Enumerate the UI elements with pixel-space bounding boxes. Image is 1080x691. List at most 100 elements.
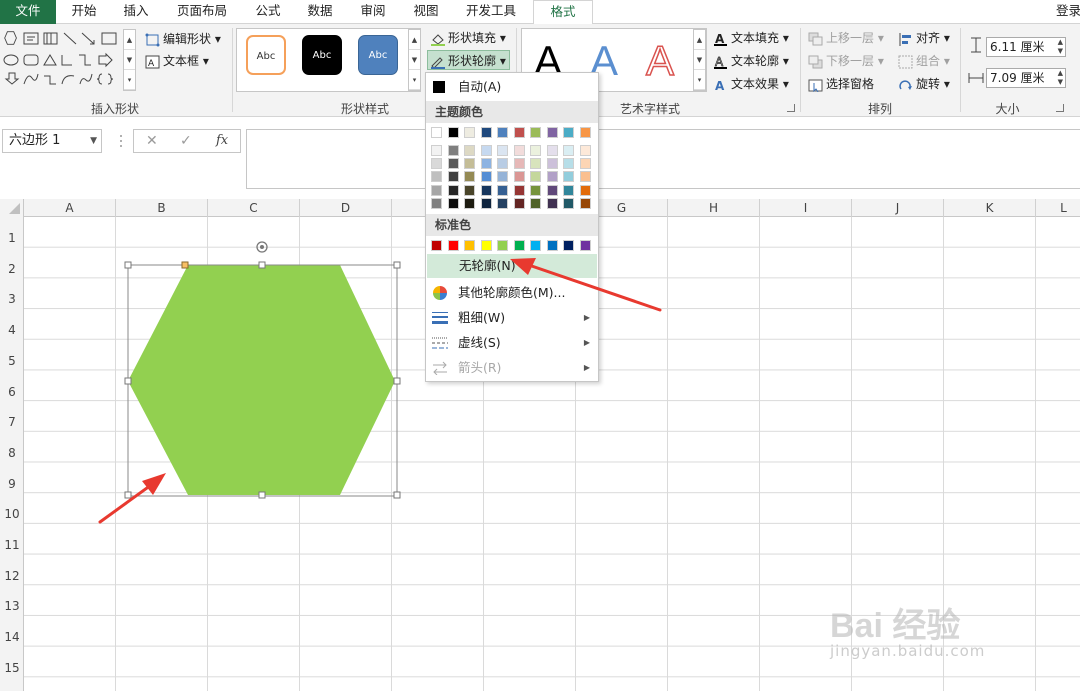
theme-shade-swatch[interactable] — [464, 158, 475, 170]
wordart-dialog-launcher[interactable] — [787, 104, 795, 112]
standard-color-swatch[interactable] — [480, 240, 492, 251]
theme-shade-swatch[interactable] — [530, 171, 541, 183]
tab-file[interactable]: 文件 — [0, 0, 56, 24]
theme-shade-swatch[interactable] — [447, 184, 459, 196]
theme-shade-swatch[interactable] — [563, 184, 574, 196]
column-header-J[interactable]: J — [852, 199, 944, 217]
group-button[interactable]: 组合 ▾ — [898, 51, 950, 71]
height-spinner[interactable]: ▲ ▼ — [1058, 38, 1063, 56]
theme-color-swatch[interactable] — [563, 127, 574, 138]
theme-shade-swatch[interactable] — [579, 171, 591, 183]
theme-color-swatch[interactable] — [447, 127, 459, 138]
rotate-button[interactable]: 旋转 ▾ — [898, 74, 950, 94]
theme-shade-swatch[interactable] — [579, 184, 591, 196]
shape-fill-button[interactable]: 形状填充 ▾ — [430, 28, 506, 48]
theme-shade-swatch[interactable] — [497, 145, 508, 156]
theme-color-swatch[interactable] — [530, 127, 541, 138]
theme-shade-swatch[interactable] — [513, 158, 525, 170]
theme-shade-swatch[interactable] — [579, 197, 591, 209]
theme-color-swatch[interactable] — [464, 127, 475, 138]
theme-shade-swatch[interactable] — [563, 145, 574, 156]
theme-shade-swatch[interactable] — [530, 197, 541, 209]
formula-input[interactable] — [246, 129, 1080, 189]
theme-shade-swatch[interactable] — [513, 197, 525, 209]
edit-shape-button[interactable]: 编辑形状 ▾ — [145, 29, 221, 49]
name-box-dropdown-icon[interactable]: ▼ — [90, 130, 97, 152]
theme-color-swatch[interactable] — [497, 127, 508, 138]
wordart-red-outline[interactable]: A — [645, 37, 675, 85]
hexagon-shape[interactable] — [128, 265, 395, 495]
tab-developer[interactable]: 开发工具 — [458, 0, 524, 24]
row-header-2[interactable]: 2 — [0, 262, 24, 276]
size-dialog-launcher[interactable] — [1056, 104, 1064, 112]
column-header-H[interactable]: H — [668, 199, 760, 217]
theme-color-swatch[interactable] — [546, 127, 558, 138]
menu-item-dashes[interactable]: 虚线(S) ▶ — [426, 331, 598, 355]
theme-shade-swatch[interactable] — [480, 158, 492, 170]
theme-shade-swatch[interactable] — [464, 145, 475, 156]
column-header-B[interactable]: B — [116, 199, 208, 217]
theme-shade-swatch[interactable] — [579, 145, 591, 156]
shape-width-input[interactable]: 7.09 厘米 ▲ ▼ — [986, 68, 1066, 88]
cancel-formula-button[interactable]: ✕ — [146, 133, 158, 149]
selection-pane-button[interactable]: 选择窗格 — [808, 74, 874, 94]
theme-shade-swatch[interactable] — [546, 145, 558, 156]
standard-color-swatch[interactable] — [513, 240, 525, 251]
row-header-3[interactable]: 3 — [0, 292, 24, 306]
tab-view[interactable]: 视图 — [404, 0, 448, 24]
theme-shade-swatch[interactable] — [497, 171, 508, 183]
theme-shade-swatch[interactable] — [497, 197, 508, 209]
insert-function-button[interactable]: fx — [216, 133, 228, 148]
theme-shade-swatch[interactable] — [579, 158, 591, 170]
theme-color-swatch[interactable] — [431, 127, 442, 138]
shapes-gallery[interactable] — [2, 30, 120, 90]
theme-shade-swatch[interactable] — [563, 158, 574, 170]
standard-color-swatch[interactable] — [546, 240, 558, 251]
tab-page-layout[interactable]: 页面布局 — [170, 0, 234, 24]
row-header-8[interactable]: 8 — [0, 446, 24, 460]
standard-color-swatch[interactable] — [447, 240, 459, 251]
theme-shade-swatch[interactable] — [464, 184, 475, 196]
theme-shade-swatch[interactable] — [530, 145, 541, 156]
wordart-scroll[interactable]: ▲ ▼ ▾ — [693, 29, 706, 91]
login-link[interactable]: 登录 — [1056, 0, 1080, 24]
menu-item-weight[interactable]: 粗细(W) ▶ — [426, 306, 598, 330]
column-header-D[interactable]: D — [300, 199, 392, 217]
select-all-corner[interactable] — [0, 199, 24, 217]
column-header-K[interactable]: K — [944, 199, 1036, 217]
row-header-9[interactable]: 9 — [0, 477, 24, 491]
row-header-10[interactable]: 10 — [0, 507, 24, 521]
text-outline-button[interactable]: A 文本轮廓 ▾ — [713, 51, 789, 71]
theme-shade-swatch[interactable] — [497, 184, 508, 196]
column-header-L[interactable]: L — [1036, 199, 1080, 217]
theme-color-swatch[interactable] — [513, 127, 525, 138]
menu-item-arrows[interactable]: 箭头(R) ▶ — [426, 356, 598, 380]
theme-shade-swatch[interactable] — [546, 197, 558, 209]
theme-shade-swatch[interactable] — [480, 145, 492, 156]
theme-shade-swatch[interactable] — [513, 184, 525, 196]
tab-formulas[interactable]: 公式 — [246, 0, 290, 24]
theme-shade-swatch[interactable] — [480, 171, 492, 183]
theme-shade-swatch[interactable] — [546, 171, 558, 183]
row-header-1[interactable]: 1 — [0, 231, 24, 245]
theme-color-swatch[interactable] — [480, 127, 492, 138]
row-header-11[interactable]: 11 — [0, 538, 24, 552]
standard-color-swatch[interactable] — [563, 240, 574, 251]
theme-shade-swatch[interactable] — [431, 145, 442, 156]
theme-shade-swatch[interactable] — [480, 184, 492, 196]
shape-height-input[interactable]: 6.11 厘米 ▲ ▼ — [986, 37, 1066, 57]
bring-forward-button[interactable]: 上移一层 ▾ — [808, 28, 884, 48]
theme-shade-swatch[interactable] — [480, 197, 492, 209]
theme-shade-swatch[interactable] — [497, 158, 508, 170]
shape-outline-button[interactable]: 形状轮廓 ▾ — [427, 50, 510, 70]
shape-style-blue-fill[interactable]: Abc — [358, 35, 398, 75]
tab-data[interactable]: 数据 — [298, 0, 342, 24]
theme-shade-swatch[interactable] — [431, 171, 442, 183]
theme-shade-swatch[interactable] — [513, 171, 525, 183]
theme-shade-swatch[interactable] — [447, 197, 459, 209]
menu-item-more-colors[interactable]: 其他轮廓颜色(M)... — [426, 281, 598, 305]
row-header-7[interactable]: 7 — [0, 415, 24, 429]
theme-shade-swatch[interactable] — [447, 158, 459, 170]
theme-shade-swatch[interactable] — [447, 145, 459, 156]
column-header-I[interactable]: I — [760, 199, 852, 217]
